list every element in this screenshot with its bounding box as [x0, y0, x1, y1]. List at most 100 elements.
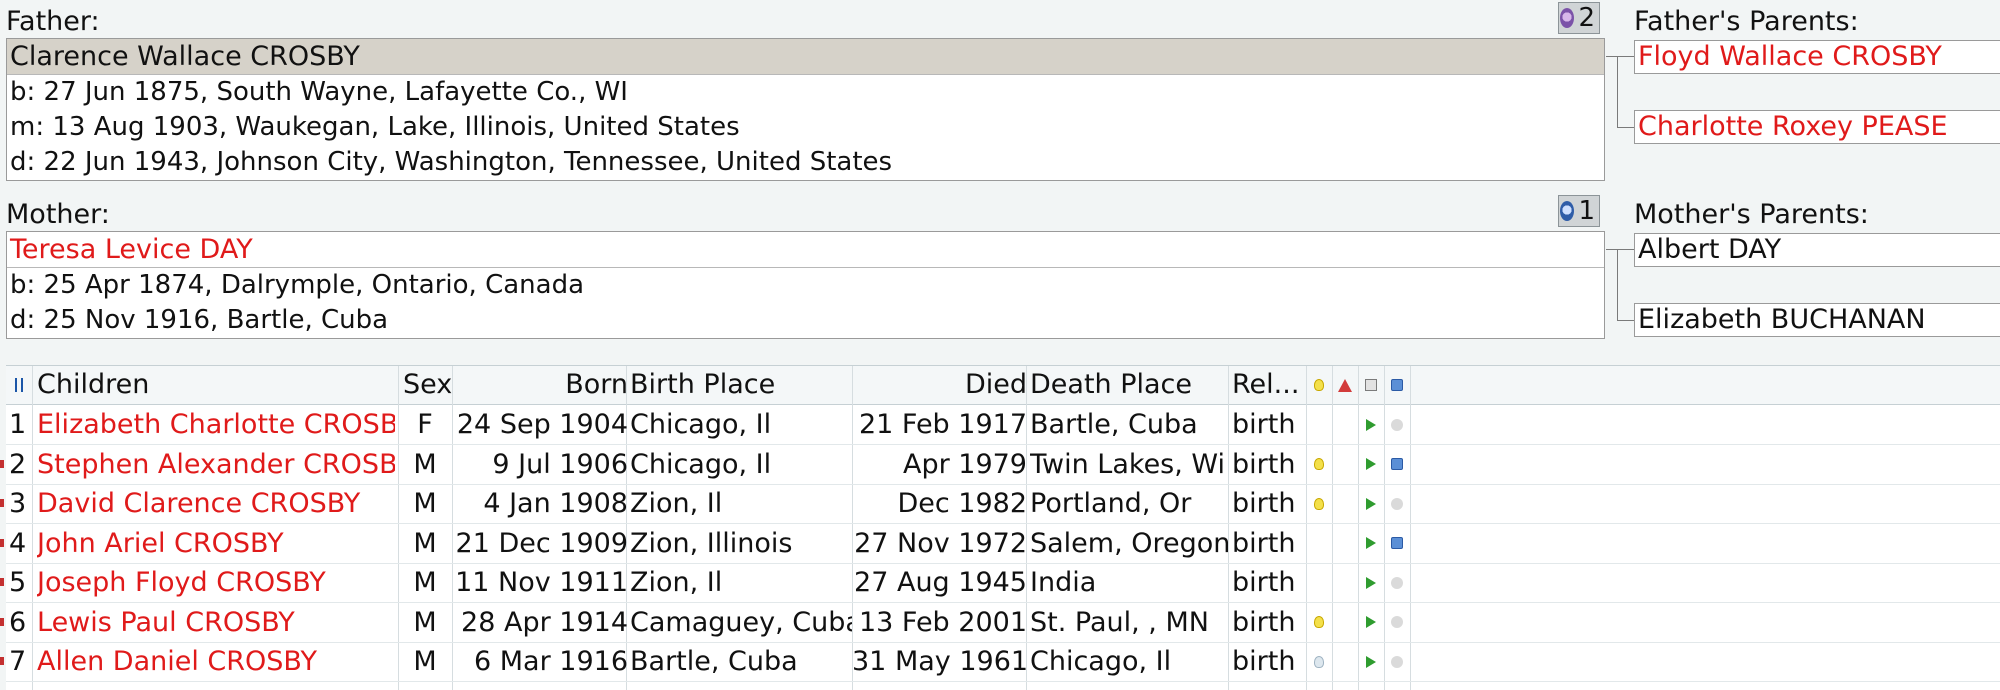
col-notes-icon[interactable]: [1306, 366, 1332, 404]
child-died: Apr 1979: [902, 448, 1027, 480]
mother-birth-fact: b: 25 Apr 1874, Dalrymple, Ontario, Cana…: [10, 270, 585, 300]
child-sex: M: [413, 567, 437, 598]
row-link-marker: [0, 657, 4, 665]
map-empty-icon[interactable]: [1384, 405, 1410, 444]
mothers-parents-link: [1606, 249, 1618, 250]
col-death-place[interactable]: Death Place: [1030, 366, 1192, 404]
table-row[interactable]: 2 Stephen Alexander CROSBY M 9 Jul 1906 Chic…: [0, 445, 2000, 485]
map-icon[interactable]: [1384, 524, 1410, 563]
child-died: 31 May 1961: [852, 646, 1027, 677]
child-sex: M: [413, 448, 437, 480]
table-row[interactable]: 1 Elizabeth Charlotte CROSBY F 24 Sep 1904 C…: [6, 405, 2000, 445]
go-arrow-icon[interactable]: [1358, 484, 1384, 523]
father-name[interactable]: Clarence Wallace CROSBY: [7, 39, 1604, 75]
map-icon[interactable]: [1384, 445, 1410, 484]
col-warning-icon[interactable]: [1332, 366, 1358, 404]
father-caption: Father:: [6, 6, 100, 37]
father-birth-fact: b: 27 Jun 1875, South Wayne, Lafayette C…: [10, 77, 628, 107]
child-birth-place: Camaguey, Cuba: [630, 606, 852, 638]
fathers-parents-link: [1606, 56, 1618, 57]
paternal-grandmother[interactable]: Charlotte Roxey PEASE: [1634, 110, 2000, 144]
child-died: 27 Nov 1972: [854, 527, 1027, 559]
note-bulb-icon[interactable]: [1306, 405, 1332, 444]
paternal-grandfather[interactable]: Floyd Wallace CROSBY: [1634, 40, 2000, 74]
child-born: 11 Nov 1911: [455, 567, 628, 598]
row-link-marker: [0, 538, 4, 547]
mother-box[interactable]: Teresa Levice DAY b: 25 Apr 1874, Dalrym…: [6, 231, 1605, 339]
table-row[interactable]: 4 John Ariel CROSBY M 21 Dec 1909 Zion, Illi…: [0, 524, 2000, 564]
child-name[interactable]: David Clarence CROSBY: [37, 484, 395, 523]
go-arrow-icon[interactable]: [1358, 642, 1384, 681]
mother-spouse-count: 1: [1578, 196, 1595, 226]
father-box[interactable]: Clarence Wallace CROSBY b: 27 Jun 1875, …: [6, 38, 1605, 181]
col-born[interactable]: Born: [458, 366, 628, 404]
row-link-marker: [0, 499, 4, 507]
child-relationship: birth: [1232, 409, 1296, 440]
map-empty-icon[interactable]: [1384, 563, 1410, 602]
mother-caption: Mother:: [6, 199, 110, 230]
child-born: 28 Apr 1914: [461, 606, 628, 638]
child-birth-place: Chicago, Il: [630, 448, 772, 480]
child-name[interactable]: Allen Daniel CROSBY: [37, 642, 395, 681]
child-died: Dec 1982: [897, 488, 1027, 519]
col-died[interactable]: Died: [856, 366, 1027, 404]
child-sex: M: [413, 606, 437, 638]
child-name[interactable]: Joseph Floyd CROSBY: [37, 563, 395, 602]
child-number: 2: [9, 448, 27, 480]
child-name[interactable]: Stephen Alexander CROSBY: [37, 445, 395, 484]
child-sex: F: [417, 409, 433, 440]
note-bulb-icon[interactable]: [1306, 445, 1332, 484]
table-row[interactable]: 6 Lewis Paul CROSBY M 28 Apr 1914 Camaguey, …: [0, 603, 2000, 643]
child-relationship: birth: [1232, 448, 1296, 480]
col-birth-place[interactable]: Birth Place: [630, 366, 775, 404]
map-empty-icon[interactable]: [1384, 603, 1410, 642]
go-arrow-icon[interactable]: [1358, 445, 1384, 484]
go-arrow-icon[interactable]: [1358, 563, 1384, 602]
child-name[interactable]: Elizabeth Charlotte CROSBY: [37, 405, 395, 444]
child-relationship: birth: [1232, 567, 1296, 598]
child-relationship: birth: [1232, 606, 1296, 638]
spouse-icon: [1560, 201, 1575, 221]
child-number: 6: [9, 606, 27, 638]
table-row[interactable]: 3 David Clarence CROSBY M 4 Jan 1908 Zion, I…: [0, 484, 2000, 524]
col-children[interactable]: Children: [37, 366, 149, 404]
child-born: 9 Jul 1906: [492, 448, 628, 480]
child-name[interactable]: Lewis Paul CROSBY: [37, 603, 395, 642]
table-row[interactable]: 7 Allen Daniel CROSBY M 6 Mar 1916 Bartle, C…: [0, 642, 2000, 682]
table-row[interactable]: 5 Joseph Floyd CROSBY M 11 Nov 1911 Zion, Il…: [0, 563, 2000, 603]
maternal-grandmother[interactable]: Elizabeth BUCHANAN: [1634, 303, 2000, 337]
child-died: 27 Aug 1945: [854, 567, 1027, 598]
go-arrow-icon[interactable]: [1358, 524, 1384, 563]
col-map-icon[interactable]: [1384, 366, 1410, 404]
spouse-icon: [1560, 8, 1575, 28]
note-bulb-icon[interactable]: [1306, 642, 1332, 681]
note-bulb-icon[interactable]: [1306, 484, 1332, 523]
mother-spouse-count-badge[interactable]: 1: [1558, 195, 1600, 227]
map-empty-icon[interactable]: [1384, 642, 1410, 681]
mother-name[interactable]: Teresa Levice DAY: [7, 232, 1604, 268]
note-bulb-icon[interactable]: [1306, 563, 1332, 602]
col-records-icon[interactable]: [1358, 366, 1384, 404]
col-relationship[interactable]: Rel...: [1232, 366, 1299, 404]
mother-death-fact: d: 25 Nov 1916, Bartle, Cuba: [10, 305, 389, 335]
child-death-place: Twin Lakes, Wi: [1030, 448, 1226, 480]
go-arrow-icon[interactable]: [1358, 603, 1384, 642]
child-death-place: Bartle, Cuba: [1030, 409, 1198, 440]
note-bulb-icon[interactable]: [1306, 603, 1332, 642]
child-birth-place: Chicago, Il: [630, 409, 772, 440]
child-number: 4: [9, 527, 27, 559]
father-spouse-count-badge[interactable]: 2: [1558, 2, 1600, 34]
child-sex: M: [413, 488, 437, 519]
note-bulb-icon[interactable]: [1306, 524, 1332, 563]
sort-icon[interactable]: [6, 366, 32, 404]
father-death-fact: d: 22 Jun 1943, Johnson City, Washington…: [10, 147, 893, 177]
fathers-parents-caption: Father's Parents:: [1634, 6, 1859, 37]
go-arrow-icon[interactable]: [1358, 405, 1384, 444]
child-sex: M: [413, 646, 437, 677]
col-sex[interactable]: Sex: [403, 366, 453, 404]
child-number: 1: [9, 409, 27, 440]
map-empty-icon[interactable]: [1384, 484, 1410, 523]
child-name[interactable]: John Ariel CROSBY: [37, 524, 395, 563]
child-relationship: birth: [1232, 488, 1296, 519]
maternal-grandfather[interactable]: Albert DAY: [1634, 233, 2000, 267]
